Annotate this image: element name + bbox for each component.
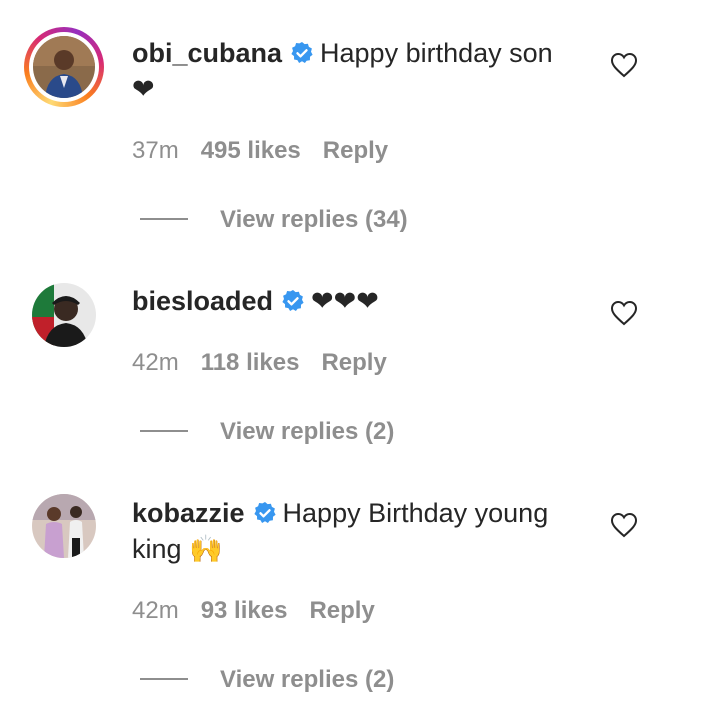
view-replies-button[interactable]: View replies (34) [140,205,408,235]
heart-outline-icon[interactable] [610,512,638,538]
comment-username[interactable]: kobazzie [132,498,245,528]
view-replies-label: View replies (2) [220,666,395,693]
comment-text-line: biesloaded ❤❤❤ [132,283,572,319]
comment-likes[interactable]: 495 likes [201,136,301,166]
comment-body: ❤❤❤ [311,286,379,316]
view-replies-button[interactable]: View replies (2) [140,417,394,447]
comment-likes[interactable]: 93 likes [201,596,288,626]
verified-badge-icon [291,42,313,63]
comment-time: 37m [132,137,179,164]
comment-text-line: kobazzie Happy Birthday young king 🙌 [132,495,572,567]
comment-meta: 42m 118 likes Reply [132,348,409,378]
avatar-image [33,36,95,98]
avatar-image [32,494,96,558]
view-replies-label: View replies (2) [220,418,395,445]
comment-text-line: obi_cubana Happy birthday son ❤ [132,35,572,107]
comment-meta: 37m 495 likes Reply [132,136,410,166]
reply-button[interactable]: Reply [323,136,388,166]
avatar-image [32,283,96,347]
heart-outline-icon[interactable] [610,300,638,326]
divider-line [140,217,188,220]
view-replies-button[interactable]: View replies (2) [140,665,394,695]
comment-username[interactable]: biesloaded [132,286,273,316]
avatar[interactable] [24,27,104,107]
comment-likes[interactable]: 118 likes [201,348,300,378]
reply-button[interactable]: Reply [309,596,374,626]
verified-badge-icon [282,290,304,311]
divider-line [140,429,188,432]
comment-time: 42m [132,597,179,624]
comment-time: 42m [132,349,179,376]
verified-badge-icon [253,502,276,523]
reply-button[interactable]: Reply [321,348,386,378]
comment-meta: 42m 93 likes Reply [132,596,397,626]
comment-username[interactable]: obi_cubana [132,38,282,68]
avatar[interactable] [24,275,104,355]
heart-outline-icon[interactable] [610,52,638,78]
view-replies-label: View replies (34) [220,206,408,233]
divider-line [140,677,188,680]
avatar[interactable] [24,486,104,566]
